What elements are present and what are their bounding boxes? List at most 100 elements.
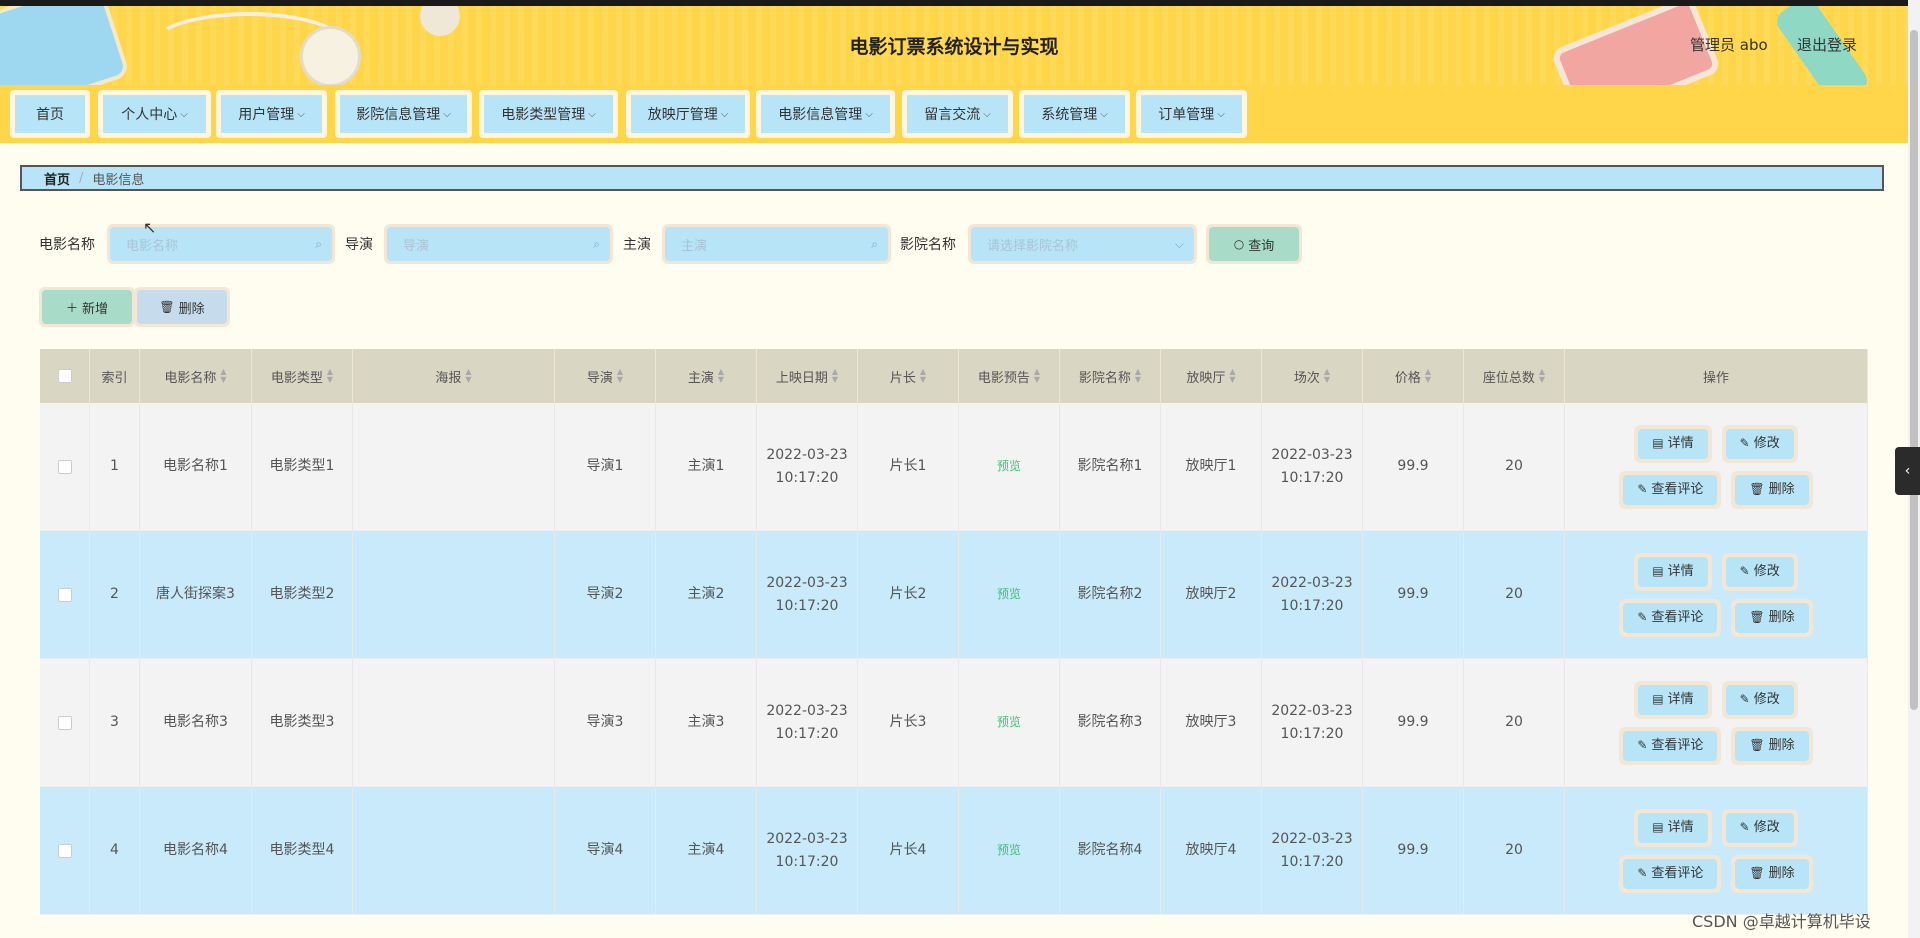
cinema-name-select[interactable]: 请选择影院名称 ⌵	[968, 224, 1197, 264]
price-cell: 99.9	[1363, 787, 1464, 914]
header-director[interactable]: 导演 ▲ ▼	[555, 349, 656, 403]
edit-button[interactable]: ✎ 修改	[1721, 680, 1798, 719]
sort-icon[interactable]: ▲ ▼	[1539, 368, 1545, 384]
director-placeholder: 导演	[403, 238, 430, 254]
edit-button[interactable]: ✎ 修改	[1721, 424, 1798, 463]
director-input[interactable]: 导演 ⌕	[384, 224, 613, 264]
row-checkbox[interactable]	[57, 587, 72, 602]
preview-link[interactable]: 预览	[997, 455, 1021, 478]
detail-button[interactable]: ▤ 详情	[1634, 808, 1712, 847]
row-checkbox[interactable]	[57, 843, 72, 858]
logout-link[interactable]: 退出登录	[1797, 34, 1857, 55]
nav-item-user-management[interactable]: 用户管理 ⌵	[216, 90, 327, 138]
header-preview[interactable]: 电影预告 ▲ ▼	[959, 349, 1060, 403]
select-all-checkbox[interactable]	[57, 369, 72, 383]
movie-name-input[interactable]: 电影名称 ⌕	[107, 224, 335, 264]
chevron-down-icon: ⌵	[1217, 108, 1225, 120]
nav-label: 订单管理	[1158, 107, 1215, 123]
header-seats[interactable]: 座位总数 ▲ ▼	[1464, 349, 1565, 403]
sort-icon[interactable]: ▲ ▼	[1034, 368, 1040, 384]
nav-item-home[interactable]: 首页	[10, 90, 90, 138]
delete-button[interactable]: 🗑 删除	[1731, 470, 1813, 509]
view-comments-label: 查看评论	[1651, 738, 1704, 753]
bulk-delete-button[interactable]: 🗑 删除	[134, 287, 230, 327]
nav-item-movie-info-management[interactable]: 电影信息管理 ⌵	[756, 90, 895, 138]
header-movie-name[interactable]: 电影名称 ▲ ▼	[140, 349, 252, 403]
preview-link[interactable]: 预览	[997, 711, 1021, 734]
seats-cell: 20	[1464, 787, 1565, 914]
edit-label: 修改	[1753, 564, 1780, 579]
actor-input[interactable]: 主演 ⌕	[662, 224, 891, 264]
view-comments-button[interactable]: ✎ 查看评论	[1619, 854, 1722, 893]
edit-button[interactable]: ✎ 修改	[1721, 552, 1798, 591]
nav-item-personal-center[interactable]: 个人中心 ⌵	[98, 90, 211, 138]
nav-item-movie-type-management[interactable]: 电影类型管理 ⌵	[479, 90, 618, 138]
chevron-down-icon: ⌵	[443, 108, 451, 120]
detail-button[interactable]: ▤ 详情	[1634, 680, 1712, 719]
poster-cell	[353, 403, 555, 530]
sort-icon[interactable]: ▲ ▼	[1229, 368, 1235, 384]
session-time: 10:17:20	[1280, 725, 1344, 742]
header-select-all[interactable]	[40, 349, 90, 403]
table-row: 3 电影名称3 电影类型3 导演3 主演3 2022-03-23 10:17:20…	[40, 659, 1868, 787]
plus-icon: ＋	[65, 300, 78, 315]
hall-cell: 放映厅4	[1161, 787, 1262, 914]
sort-icon[interactable]: ▲ ▼	[617, 368, 623, 384]
sort-icon[interactable]: ▲ ▼	[327, 368, 333, 384]
actor-placeholder: 主演	[681, 238, 708, 254]
table-row: 1 电影名称1 电影类型1 导演1 主演1 2022-03-23 10:17:20…	[40, 403, 1868, 531]
header-price[interactable]: 价格 ▲ ▼	[1363, 349, 1464, 403]
nav-item-message-board[interactable]: 留言交流 ⌵	[902, 90, 1013, 138]
nav-item-hall-management[interactable]: 放映厅管理 ⌵	[626, 90, 750, 138]
nav-item-order-management[interactable]: 订单管理 ⌵	[1136, 90, 1247, 138]
nav-item-cinema-management[interactable]: 影院信息管理 ⌵	[335, 90, 472, 138]
sort-icon[interactable]: ▲ ▼	[1135, 368, 1141, 384]
header-label: 操作	[1702, 370, 1729, 386]
sort-icon[interactable]: ▲ ▼	[465, 368, 471, 384]
add-button[interactable]: ＋ 新增	[39, 287, 135, 327]
sort-icon[interactable]: ▲ ▼	[220, 368, 226, 384]
header-session[interactable]: 场次 ▲ ▼	[1262, 349, 1363, 403]
sort-icon[interactable]: ▲ ▼	[920, 368, 926, 384]
index-cell: 4	[90, 787, 140, 914]
row-checkbox[interactable]	[57, 459, 72, 474]
query-button[interactable]: ○ 查询	[1206, 224, 1302, 264]
detail-button[interactable]: ▤ 详情	[1634, 424, 1712, 463]
edit-button[interactable]: ✎ 修改	[1721, 808, 1798, 847]
header-length[interactable]: 片长 ▲ ▼	[858, 349, 959, 403]
collapse-side-panel-tab[interactable]: ‹	[1895, 447, 1920, 495]
header-release-date[interactable]: 上映日期 ▲ ▼	[757, 349, 858, 403]
breadcrumb: 首页 / 电影信息	[20, 165, 1884, 191]
delete-button[interactable]: 🗑 删除	[1731, 854, 1813, 893]
session-cell: 2022-03-23 10:17:20	[1262, 787, 1363, 914]
release-date: 2022-03-23	[766, 446, 848, 463]
preview-link[interactable]: 预览	[997, 583, 1021, 606]
sort-icon[interactable]: ▲ ▼	[718, 368, 724, 384]
view-comments-button[interactable]: ✎ 查看评论	[1619, 470, 1722, 509]
header-cinema[interactable]: 影院名称 ▲ ▼	[1060, 349, 1161, 403]
view-comments-button[interactable]: ✎ 查看评论	[1619, 726, 1722, 765]
delete-button[interactable]: 🗑 删除	[1731, 598, 1813, 637]
scrollbar-thumb[interactable]	[1910, 30, 1918, 710]
sort-icon[interactable]: ▲ ▼	[832, 368, 838, 384]
price-cell: 99.9	[1363, 403, 1464, 530]
sort-icon[interactable]: ▲ ▼	[1324, 368, 1330, 384]
preview-link[interactable]: 预览	[997, 839, 1021, 862]
breadcrumb-home[interactable]: 首页	[44, 169, 70, 188]
row-checkbox[interactable]	[57, 715, 72, 730]
header-movie-type[interactable]: 电影类型 ▲ ▼	[252, 349, 353, 403]
detail-button[interactable]: ▤ 详情	[1634, 552, 1712, 591]
detail-label: 详情	[1667, 820, 1694, 835]
chevron-down-icon: ⌵	[983, 108, 991, 120]
add-button-label: 新增	[82, 301, 109, 317]
view-comments-button[interactable]: ✎ 查看评论	[1619, 598, 1722, 637]
sort-icon[interactable]: ▲ ▼	[1425, 368, 1431, 384]
header-hall[interactable]: 放映厅 ▲ ▼	[1161, 349, 1262, 403]
delete-button[interactable]: 🗑 删除	[1731, 726, 1813, 765]
header-actor[interactable]: 主演 ▲ ▼	[656, 349, 757, 403]
nav-item-system-management[interactable]: 系统管理 ⌵	[1019, 90, 1130, 138]
mouse-cursor-icon: ↖	[143, 218, 157, 237]
detail-label: 详情	[1667, 692, 1694, 707]
header-poster[interactable]: 海报 ▲ ▼	[353, 349, 555, 403]
index-cell: 1	[90, 403, 140, 530]
